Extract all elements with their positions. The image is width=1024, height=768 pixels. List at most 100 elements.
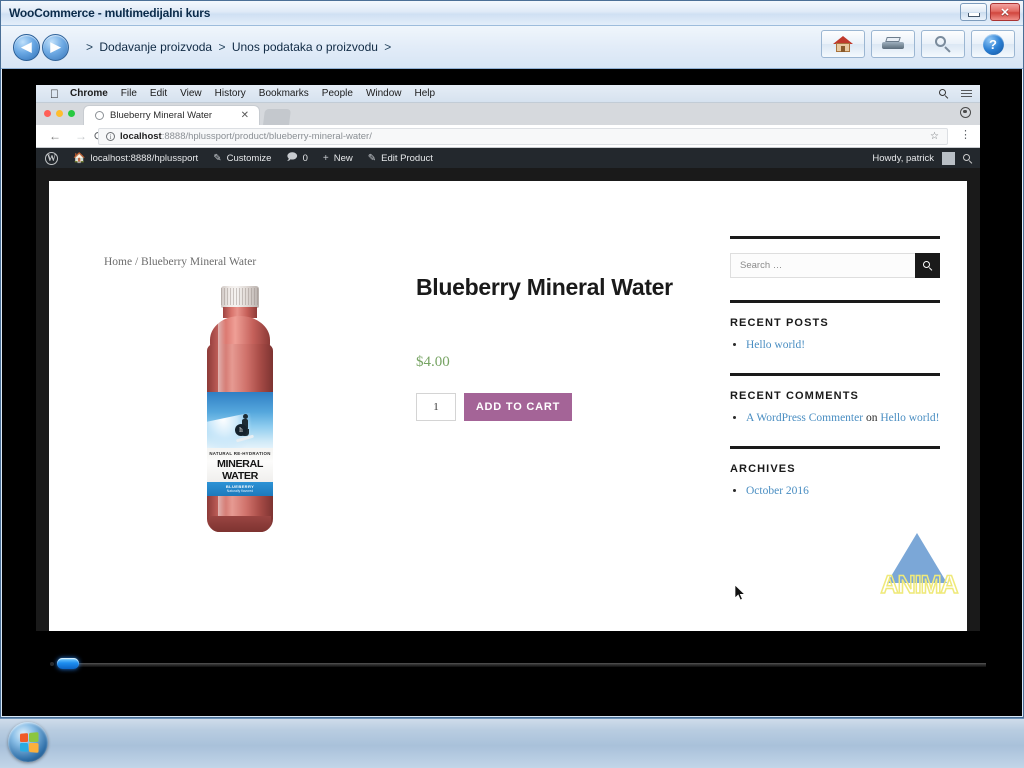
list-item: October 2016 [746,485,940,497]
wp-site-name: localhost:8888/hplussport [90,153,198,164]
breadcrumb: > Dodavanje proizvoda > Unos podataka o … [83,40,394,54]
add-to-cart-button[interactable]: ADD TO CART [464,393,572,421]
label-title: MINERAL WATER [207,458,273,482]
comment-author-link[interactable]: A WordPress Commenter [746,412,863,424]
mac-menu-bar:  Chrome File Edit View History Bookmark… [36,85,980,103]
wp-search-icon[interactable] [963,154,972,163]
minimize-window-dot[interactable] [56,110,63,117]
label-brand-badge: h [235,424,247,436]
notification-list-icon[interactable] [961,90,972,98]
label-flavor-band: BLUEBERRY Naturally flavored [207,482,273,496]
sidebar-divider-3 [730,373,940,376]
browser-tab-strip: Blueberry Mineral Water ✕ [36,103,980,125]
wp-comments-count: 0 [303,153,308,164]
magnifier-icon [934,35,952,53]
wp-comments-item[interactable]: 🗩 0 [286,150,307,167]
sidebar: Search … RECENT POSTS Hello world! [730,236,940,501]
bookmark-star-icon[interactable]: ☆ [930,131,939,142]
apple-icon[interactable]:  [50,88,59,100]
wp-customize-item[interactable]: ✎ Customize [213,153,271,164]
sidebar-divider-1 [730,236,940,239]
browser-forward-icon[interactable]: → [74,129,88,143]
back-button[interactable]: ◀ [13,34,40,61]
wp-howdy-label[interactable]: Howdy, patrick [872,153,934,164]
question-mark-icon: ? [983,34,1004,55]
traffic-lights [44,110,75,117]
pencil-icon: ✎ [213,153,221,164]
recent-comments-list: A WordPress Commenter on Hello world! [730,412,940,424]
bottle-illustration: h NATURAL RE-HYDRATION MINERAL WATER BLU… [194,286,286,536]
menu-item-bookmarks[interactable]: Bookmarks [259,88,309,99]
seek-track[interactable] [58,663,986,667]
comment-post-link[interactable]: Hello world! [880,412,939,424]
breadcrumb-item-1[interactable]: Unos podataka o proizvodu [232,40,378,54]
toolbar-buttons: ? [821,30,1015,58]
close-button[interactable]: ✕ [990,3,1020,21]
seek-start-marker [50,662,54,666]
breadcrumb-item-0[interactable]: Dodavanje proizvoda [99,40,212,54]
tab-title: Blueberry Mineral Water [110,110,212,121]
menu-item-view[interactable]: View [180,88,202,99]
url-path: :8888/hplussport/product/blueberry-miner… [162,131,372,142]
product-image: h NATURAL RE-HYDRATION MINERAL WATER BLU… [194,286,286,536]
tab-close-icon[interactable]: ✕ [241,111,249,121]
menu-item-history[interactable]: History [215,88,246,99]
sidebar-search: Search … [730,253,940,278]
profile-avatar-icon[interactable] [960,107,971,118]
wp-edit-product-item[interactable]: ✎ Edit Product [368,153,433,164]
chrome-menu-icon[interactable]: ⋮ [960,132,971,140]
seek-thumb[interactable] [57,658,79,669]
home-button[interactable] [821,30,865,58]
label-text-panel: NATURAL RE-HYDRATION MINERAL WATER [207,448,273,482]
close-window-dot[interactable] [44,110,51,117]
site-content: Home / Blueberry Mineral Water [49,181,967,631]
search-submit-button[interactable] [915,253,940,278]
archive-link[interactable]: October 2016 [746,485,809,497]
wp-new-item[interactable]: + New [323,153,353,164]
forward-button[interactable]: ▶ [42,34,69,61]
zoom-window-dot[interactable] [68,110,75,117]
spotlight-search-icon[interactable] [939,89,948,98]
breadcrumb-sep-2: > [384,40,391,54]
menubar-status-icons [939,89,972,98]
print-button[interactable] [871,30,915,58]
comment-on-text: on [863,412,880,424]
site-info-icon[interactable]: i [106,132,115,141]
wp-logo-item[interactable]: W [45,152,58,165]
wp-site-name-item[interactable]: 🏠 localhost:8888/hplussport [73,153,198,164]
minimize-button[interactable] [960,3,987,21]
window-buttons: ✕ [960,3,1020,21]
list-item: A WordPress Commenter on Hello world! [746,412,940,424]
seek-bar[interactable] [46,657,986,671]
search-button[interactable] [921,30,965,58]
mouse-cursor [735,585,746,601]
menu-item-window[interactable]: Window [366,88,402,99]
address-bar[interactable]: i localhost:8888/hplussport/product/blue… [98,128,948,145]
menu-item-file[interactable]: File [121,88,137,99]
menu-item-people[interactable]: People [322,88,353,99]
search-input[interactable]: Search … [730,253,915,278]
wp-customize-label: Customize [227,153,272,164]
recent-post-link[interactable]: Hello world! [746,339,805,351]
video-frame:  Chrome File Edit View History Bookmark… [36,85,980,631]
menu-item-edit[interactable]: Edit [150,88,167,99]
address-bar-text: localhost:8888/hplussport/product/bluebe… [120,131,372,142]
nav-arrows: ◀ ▶ [13,34,69,61]
search-icon [923,261,933,271]
user-avatar [942,152,955,165]
menu-item-help[interactable]: Help [415,88,436,99]
sidebar-divider-4 [730,446,940,449]
start-button[interactable] [8,722,48,762]
browser-back-icon[interactable]: ← [48,129,62,143]
menu-item-chrome[interactable]: Chrome [70,88,108,99]
widget-title-recent-comments: RECENT COMMENTS [730,390,940,402]
quantity-input[interactable]: 1 [416,393,456,421]
breadcrumb-sep-1: > [218,40,225,54]
widget-title-recent-posts: RECENT POSTS [730,317,940,329]
new-tab-button[interactable] [263,109,291,125]
widget-recent-posts: RECENT POSTS Hello world! [730,300,940,351]
wp-adminbar-right: Howdy, patrick [872,152,972,165]
site-breadcrumb[interactable]: Home / Blueberry Mineral Water [104,256,256,268]
help-button[interactable]: ? [971,30,1015,58]
browser-tab[interactable]: Blueberry Mineral Water ✕ [84,106,259,125]
